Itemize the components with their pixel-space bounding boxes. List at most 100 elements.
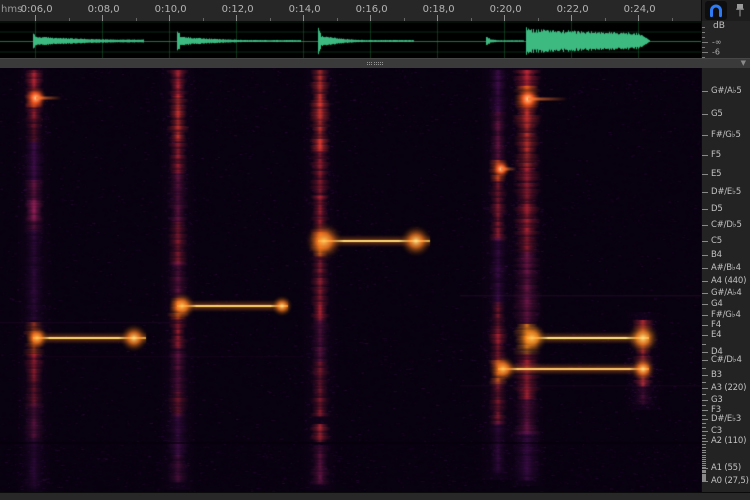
divider-dot [374, 62, 375, 63]
divider-dot [376, 62, 377, 63]
pitch-tick-labeled [702, 209, 708, 210]
db-tick-minor [702, 37, 705, 38]
pitch-tick [702, 477, 706, 478]
pitch-tick-labeled [702, 155, 708, 156]
time-label: 0:08,0 [88, 4, 120, 15]
pitch-tick-labeled [702, 431, 708, 432]
pitch-tick [702, 455, 706, 456]
pitch-tick [702, 405, 706, 406]
pitch-tick [702, 463, 706, 464]
divider-dot [371, 64, 372, 65]
pitch-label: D#/E♭5 [711, 187, 741, 197]
pitch-tick [702, 475, 706, 476]
pitch-label: F#/G♭4 [711, 310, 741, 320]
pitch-tick-labeled [702, 481, 708, 482]
pitch-tick-labeled [702, 174, 708, 175]
pitch-tick-labeled [702, 360, 708, 361]
db-scale[interactable]: dB -∞-6 [701, 21, 750, 58]
time-label: 0:24,0 [624, 4, 656, 15]
pitch-label: C#/D♭4 [711, 355, 742, 365]
divider-dot [382, 62, 383, 63]
ruler-corner [701, 0, 750, 22]
pitch-tick-labeled [702, 225, 708, 226]
pitch-label: F#/G♭5 [711, 130, 741, 140]
pitch-tick [702, 423, 706, 424]
time-label: 0:12,0 [222, 4, 254, 15]
pitch-tick-labeled [702, 375, 708, 376]
pitch-label: E4 [711, 330, 721, 340]
pitch-tick-labeled [702, 419, 708, 420]
pitch-label: A2 (110) [711, 436, 746, 446]
pitch-tick-labeled [702, 325, 708, 326]
db-tick-minor [702, 27, 705, 28]
pin-icon[interactable] [733, 2, 747, 19]
time-label: 0:20,0 [490, 4, 522, 15]
pitch-tick [702, 427, 706, 428]
pitch-tick [702, 470, 706, 471]
divider-menu-arrow[interactable]: ▼ [741, 59, 746, 68]
db-label: -6 [712, 48, 720, 57]
divider-dot [380, 64, 381, 65]
spectrogram-panel[interactable] [0, 68, 701, 492]
timeline-ruler[interactable]: hms 0:06,00:08,00:10,00:12,00:14,00:16,0… [0, 0, 701, 22]
divider-dot [374, 64, 375, 65]
time-label: 0:10,0 [155, 4, 187, 15]
pitch-tick-labeled [702, 281, 708, 282]
pitch-tick [702, 450, 706, 451]
pitch-tick [702, 474, 706, 475]
pitch-label: A#/B♭4 [711, 263, 741, 273]
pitch-tick-labeled [702, 135, 708, 136]
pitch-tick [702, 479, 706, 480]
pitch-tick-labeled [702, 388, 708, 389]
db-tick-minor [702, 47, 705, 48]
pitch-label: A1 (55) [711, 463, 741, 473]
pitch-tick [702, 382, 706, 383]
pitch-tick [702, 471, 706, 472]
waveform-panel[interactable] [0, 21, 701, 58]
time-label: 0:06,0 [21, 4, 53, 15]
pitch-label: A3 (220) [711, 383, 746, 393]
divider-dot [371, 62, 372, 63]
pitch-tick-labeled [702, 91, 708, 92]
db-scale-title: dB [713, 21, 725, 31]
pitch-label: F4 [711, 320, 721, 330]
pitch-tick-labeled [702, 400, 708, 401]
pitch-label: C#/D♭5 [711, 220, 742, 230]
waveform-canvas[interactable] [0, 21, 701, 58]
pitch-tick [702, 472, 706, 473]
pitch-tick [702, 461, 706, 462]
pitch-tick [702, 478, 706, 479]
pitch-label: G#/A♭4 [711, 288, 742, 298]
pitch-label: A4 (440) [711, 276, 746, 286]
divider-dot [369, 62, 370, 63]
divider-dot [382, 64, 383, 65]
headphones-icon [708, 3, 724, 18]
pitch-tick-labeled [702, 255, 708, 256]
db-tick-minor [702, 32, 705, 33]
pitch-label: A0 (27,5) [711, 476, 749, 486]
horizontal-scrollbar[interactable] [0, 492, 750, 500]
time-format-label: hms [1, 4, 22, 15]
pitch-tick [702, 344, 706, 345]
pitch-tick [702, 459, 706, 460]
time-label: 0:14,0 [289, 4, 321, 15]
divider-dot [367, 62, 368, 63]
pitch-tick-labeled [702, 241, 708, 242]
divider-dot [376, 64, 377, 65]
pitch-scale[interactable]: G#/A♭5G5F#/G♭5F5E5D#/E♭5D5C#/D♭5C5B4A#/B… [701, 68, 750, 492]
pitch-label: D5 [711, 204, 723, 214]
pitch-tick-labeled [702, 268, 708, 269]
time-label: 0:22,0 [557, 4, 589, 15]
monitor-button[interactable] [705, 1, 727, 20]
pitch-tick [702, 452, 706, 453]
pitch-tick [702, 457, 706, 458]
pitch-tick [702, 394, 706, 395]
pitch-tick-labeled [702, 468, 708, 469]
pitch-tick [702, 435, 706, 436]
divider-dot [378, 62, 379, 63]
divider-dot [380, 62, 381, 63]
time-label: 0:18,0 [423, 4, 455, 15]
pitch-tick-labeled [702, 352, 708, 353]
pitch-label: C3 [711, 426, 722, 436]
spectrogram-canvas[interactable] [0, 68, 701, 492]
